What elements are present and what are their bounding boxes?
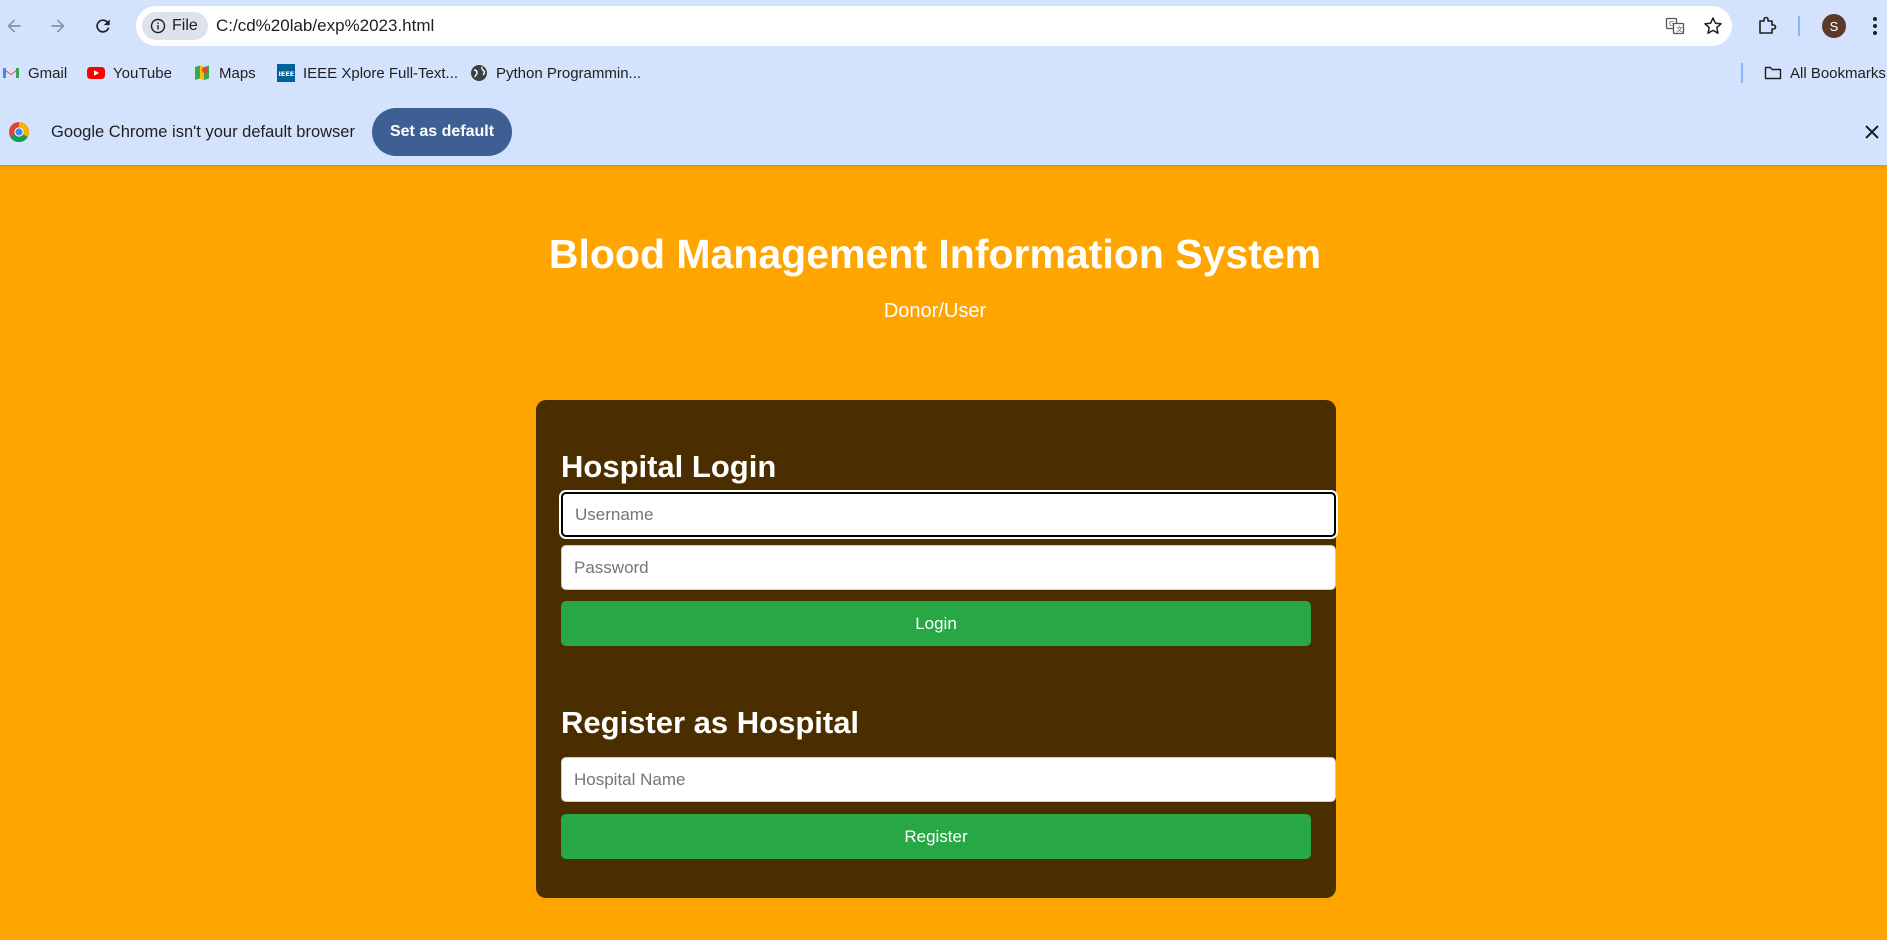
login-heading: Hospital Login bbox=[561, 449, 777, 484]
address-bar[interactable]: File C:/cd%20lab/exp%2023.html G文 bbox=[136, 6, 1732, 46]
kebab-menu-icon bbox=[1873, 17, 1877, 35]
bookmark-ieee[interactable]: IEEE IEEE Xplore Full-Text... bbox=[277, 56, 458, 90]
reload-icon bbox=[96, 19, 110, 33]
star-icon bbox=[1704, 17, 1722, 34]
bookmark-star-button[interactable] bbox=[1702, 15, 1724, 37]
url-text[interactable]: C:/cd%20lab/exp%2023.html bbox=[216, 6, 434, 46]
translate-icon: G文 bbox=[1665, 17, 1685, 35]
bookmark-youtube[interactable]: YouTube bbox=[87, 56, 172, 90]
page-title: Blood Management Information System bbox=[548, 231, 1322, 277]
profile-avatar[interactable]: S bbox=[1822, 14, 1846, 38]
hospital-form-card: Hospital Login Login Register as Hospita… bbox=[536, 400, 1336, 898]
svg-text:文: 文 bbox=[1676, 25, 1683, 34]
puzzle-piece-icon bbox=[1759, 16, 1777, 34]
youtube-icon bbox=[87, 64, 105, 82]
all-bookmarks-label: All Bookmarks bbox=[1790, 64, 1886, 82]
bookmark-gmail[interactable]: Gmail bbox=[2, 56, 67, 90]
browser-chrome: File C:/cd%20lab/exp%2023.html G文 S Gmai… bbox=[0, 0, 1887, 165]
set-as-default-button[interactable]: Set as default bbox=[372, 108, 512, 156]
reload-button[interactable] bbox=[89, 12, 117, 40]
bookmark-python[interactable]: Python Programmin... bbox=[470, 56, 641, 90]
bookmark-label: Gmail bbox=[28, 64, 68, 82]
gmail-icon bbox=[2, 64, 20, 82]
ieee-icon: IEEE bbox=[277, 64, 295, 82]
password-input[interactable] bbox=[561, 545, 1336, 590]
infobar-message: Google Chrome isn't your default browser bbox=[51, 123, 355, 141]
browser-toolbar: File C:/cd%20lab/exp%2023.html G文 S bbox=[0, 0, 1887, 52]
maps-icon bbox=[193, 64, 211, 82]
chrome-logo-icon bbox=[9, 122, 29, 142]
bookmark-label: Python Programmin... bbox=[496, 64, 642, 82]
back-button[interactable] bbox=[0, 12, 28, 40]
register-button[interactable]: Register bbox=[561, 814, 1311, 859]
site-info-chip[interactable]: File bbox=[142, 12, 208, 40]
site-chip-label: File bbox=[172, 17, 198, 34]
bookmarks-bar: Gmail YouTube Maps IEEE IEEE Xplore Full… bbox=[0, 56, 1887, 90]
username-input[interactable] bbox=[561, 492, 1336, 537]
all-bookmarks[interactable]: All Bookmarks bbox=[1764, 56, 1886, 90]
default-browser-infobar: Google Chrome isn't your default browser… bbox=[0, 104, 1887, 160]
extensions-button[interactable] bbox=[1754, 13, 1780, 39]
page-subtitle: Donor/User bbox=[883, 300, 987, 322]
info-icon bbox=[150, 18, 166, 34]
back-arrow-icon bbox=[7, 19, 21, 33]
folder-icon bbox=[1764, 64, 1782, 82]
bookmarks-divider bbox=[1741, 63, 1743, 83]
bookmark-label: YouTube bbox=[113, 64, 172, 82]
page-content: Blood Management Information System Dono… bbox=[0, 165, 1887, 940]
svg-text:IEEE: IEEE bbox=[279, 70, 295, 78]
translate-button[interactable]: G文 bbox=[1664, 15, 1686, 37]
menu-button[interactable] bbox=[1866, 13, 1884, 39]
register-heading: Register as Hospital bbox=[561, 705, 860, 740]
svg-text:G: G bbox=[1669, 20, 1674, 28]
hospital-name-input[interactable] bbox=[561, 757, 1336, 802]
bookmark-label: Maps bbox=[219, 64, 256, 82]
close-icon[interactable] bbox=[1862, 122, 1882, 142]
toolbar-divider bbox=[1798, 16, 1800, 36]
globe-icon bbox=[470, 64, 488, 82]
forward-button[interactable] bbox=[44, 12, 72, 40]
login-button[interactable]: Login bbox=[561, 601, 1311, 646]
forward-arrow-icon bbox=[51, 19, 65, 33]
bookmark-label: IEEE Xplore Full-Text... bbox=[303, 64, 459, 82]
bookmark-maps[interactable]: Maps bbox=[193, 56, 256, 90]
